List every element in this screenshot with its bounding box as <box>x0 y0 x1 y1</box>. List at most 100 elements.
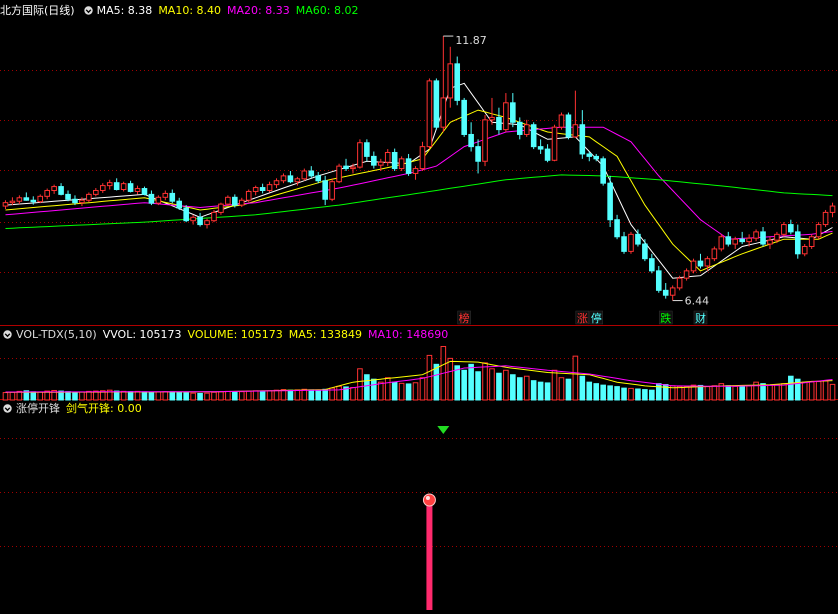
candle-down <box>475 146 481 162</box>
candle-up <box>523 124 530 135</box>
candle-up <box>9 200 16 204</box>
volume-bar-up <box>676 385 683 401</box>
volume-bar-down <box>65 391 71 401</box>
candle-up <box>753 231 759 239</box>
candle-down <box>308 170 315 177</box>
volume-bar-down <box>496 372 502 401</box>
candle-down <box>315 175 322 182</box>
volume-bar-up <box>79 391 85 401</box>
volume-bar-up <box>808 381 815 401</box>
volume-bar-down <box>169 391 176 401</box>
volume-bar-down <box>287 389 294 401</box>
volume-bar-down <box>516 377 523 401</box>
volume-bar-up <box>398 382 405 401</box>
candle-up <box>704 258 711 267</box>
volume-bar-up <box>252 390 259 401</box>
candle-up <box>412 168 419 174</box>
candle-up <box>106 182 113 187</box>
candle-down <box>496 116 502 131</box>
indicator-title[interactable]: 涨停开锋 <box>16 402 60 415</box>
candle-down <box>72 198 78 204</box>
volume-bar-up <box>384 377 391 401</box>
volume-bar-up <box>732 385 739 401</box>
volume-bar-up <box>120 390 127 401</box>
volume-bar-up <box>245 390 252 401</box>
candle-down <box>232 196 238 206</box>
volume-bar-up <box>9 391 16 401</box>
candle-up <box>79 199 85 204</box>
candle-up <box>245 190 252 201</box>
candle-down <box>760 231 766 245</box>
candle-up <box>280 175 287 182</box>
candle-up <box>329 181 335 200</box>
candle-down <box>343 165 349 170</box>
volume-bar-up <box>211 391 217 401</box>
candle-down <box>530 124 537 148</box>
volume-bar-down <box>739 386 745 401</box>
volume-bar-up <box>426 354 433 401</box>
volume-bar-down <box>315 389 322 401</box>
candle-up <box>676 277 683 289</box>
candle-up <box>440 97 447 128</box>
candle-up <box>218 203 224 213</box>
candle-down <box>794 231 801 255</box>
candle-down <box>614 219 620 238</box>
volume-bar-down <box>259 390 266 401</box>
candle-up <box>711 248 718 260</box>
volume-indicator-title[interactable]: VOL-TDX(5,10) <box>16 328 97 341</box>
candle-up <box>767 239 773 245</box>
candle-up <box>683 270 690 279</box>
candle-up <box>190 216 196 222</box>
event-tag: 榜 <box>459 311 470 325</box>
candle-down <box>113 182 120 191</box>
candle-down <box>141 188 148 195</box>
chart-background <box>0 0 838 614</box>
volume-bar-down <box>621 387 627 401</box>
settings-icon[interactable] <box>3 402 12 413</box>
volume-bar-down <box>614 386 620 401</box>
candle-up <box>746 237 752 243</box>
volume-bar-down <box>697 384 704 401</box>
volume-bar-up <box>190 392 196 401</box>
volume-bar-up <box>822 380 829 401</box>
candle-up <box>2 202 9 207</box>
ma60-label: MA60: 8.02 <box>295 4 359 17</box>
indicator-bar <box>426 502 433 610</box>
candle-up <box>829 205 836 213</box>
candle-down <box>176 200 183 209</box>
candle-up <box>781 224 787 235</box>
candle-up <box>377 161 384 166</box>
settings-icon[interactable] <box>3 328 12 339</box>
candle-up <box>204 220 210 226</box>
price-annotation: 11.87 <box>455 34 487 47</box>
volume-bar-up <box>357 368 363 401</box>
candle-up <box>252 187 259 192</box>
candle-up <box>211 211 217 222</box>
candle-down <box>461 99 467 135</box>
candle-down <box>30 199 37 203</box>
indicator-pane-header: 涨停开锋 剑气开锋: 0.00 <box>0 401 148 417</box>
stock-title[interactable]: 北方国际(日线) <box>0 4 75 17</box>
volume-bar-up <box>447 357 454 401</box>
volume-bar-up <box>155 391 162 401</box>
candle-down <box>148 193 155 204</box>
volume-bar-up <box>377 381 384 401</box>
volume-bar-up <box>551 369 558 401</box>
candle-down <box>391 151 398 170</box>
candle-down <box>725 236 732 245</box>
volume-bar-down <box>510 374 516 401</box>
candle-down <box>788 224 794 233</box>
candle-down <box>739 238 745 243</box>
volume-bar-down <box>433 363 440 401</box>
candle-down <box>468 133 474 148</box>
volume-bar-up <box>628 387 634 401</box>
settings-icon[interactable] <box>83 4 93 15</box>
candle-up <box>86 193 92 201</box>
candle-down <box>544 148 551 161</box>
event-tag: 跌 <box>660 311 671 325</box>
stock-chart[interactable]: 11.87 6.44 榜 涨停 跌 财 <box>0 0 838 614</box>
indicator-ball <box>422 493 436 507</box>
volume-bar-up <box>218 391 224 401</box>
candle-down <box>259 187 266 191</box>
volume-bar-down <box>537 381 544 401</box>
